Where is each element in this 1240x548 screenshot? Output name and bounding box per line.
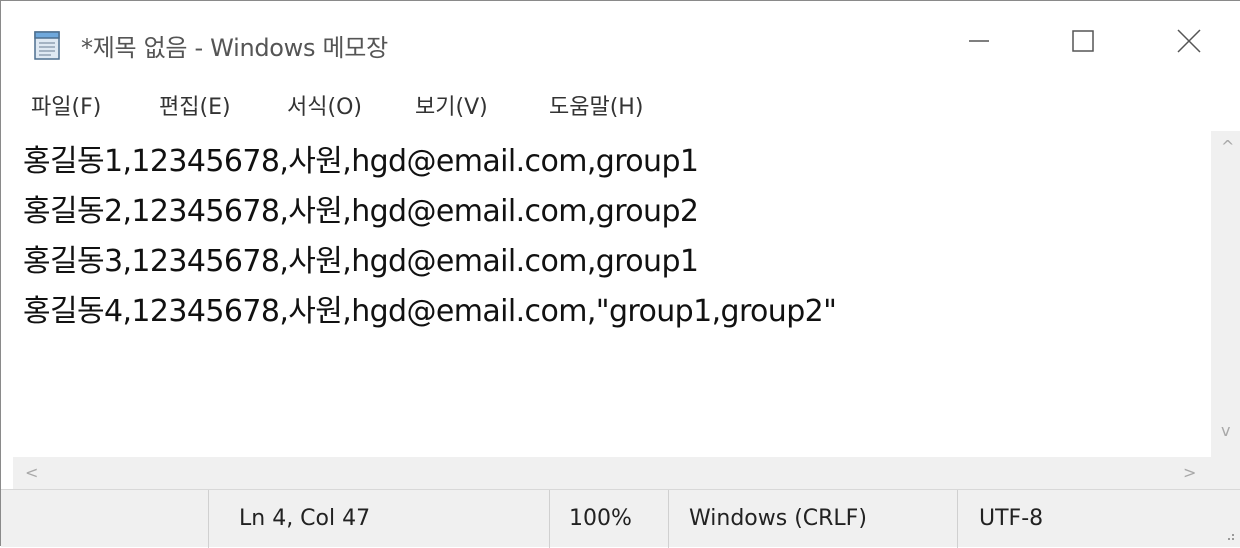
- close-button[interactable]: [1137, 1, 1240, 85]
- zoom-level: 100%: [569, 506, 632, 531]
- window-title: *제목 없음 - Windows 메모장: [81, 34, 388, 62]
- vertical-scrollbar[interactable]: ^ v: [1211, 131, 1240, 457]
- scroll-corner: [1211, 457, 1240, 489]
- maximize-button[interactable]: [1031, 1, 1135, 85]
- menu-help[interactable]: 도움말(H): [549, 90, 643, 126]
- status-bar: Ln 4, Col 47 100% Windows (CRLF) UTF-8: [1, 489, 1240, 548]
- minimize-icon: [967, 29, 991, 57]
- editor-line: 홍길동1,12345678,사원,hgd@email.com,group1: [23, 144, 699, 179]
- scroll-down-arrow[interactable]: v: [1221, 423, 1230, 439]
- maximize-icon: [1071, 29, 1095, 57]
- scroll-left-arrow[interactable]: <: [25, 465, 38, 481]
- status-divider: [957, 490, 958, 548]
- menu-bar: 파일(F) 편집(E) 서식(O) 보기(V) 도움말(H): [1, 85, 1240, 131]
- notepad-window: *제목 없음 - Windows 메모장 파일(F) 편집(E) 서식(O) 보…: [0, 0, 1240, 548]
- close-icon: [1176, 28, 1202, 58]
- horizontal-scrollbar[interactable]: < >: [13, 457, 1211, 489]
- cursor-position: Ln 4, Col 47: [239, 506, 371, 531]
- editor-line: 홍길동3,12345678,사원,hgd@email.com,group1: [23, 244, 699, 279]
- status-divider: [208, 490, 209, 548]
- line-ending: Windows (CRLF): [689, 506, 867, 531]
- scroll-up-arrow[interactable]: ^: [1221, 139, 1234, 155]
- resize-grip-icon[interactable]: [1219, 525, 1237, 543]
- status-divider: [668, 490, 669, 548]
- notepad-icon: [31, 28, 65, 62]
- scroll-right-arrow[interactable]: >: [1183, 465, 1196, 481]
- encoding: UTF-8: [979, 506, 1044, 531]
- text-editor[interactable]: 홍길동1,12345678,사원,hgd@email.com,group1 홍길…: [13, 131, 1211, 457]
- menu-edit[interactable]: 편집(E): [159, 90, 231, 126]
- status-divider: [549, 490, 550, 548]
- menu-format[interactable]: 서식(O): [287, 90, 362, 126]
- menu-file[interactable]: 파일(F): [31, 90, 101, 126]
- title-bar[interactable]: *제목 없음 - Windows 메모장: [1, 1, 1240, 85]
- menu-view[interactable]: 보기(V): [415, 90, 488, 126]
- editor-line: 홍길동4,12345678,사원,hgd@email.com,"group1,g…: [23, 294, 837, 329]
- minimize-button[interactable]: [927, 1, 1031, 85]
- editor-line: 홍길동2,12345678,사원,hgd@email.com,group2: [23, 194, 699, 229]
